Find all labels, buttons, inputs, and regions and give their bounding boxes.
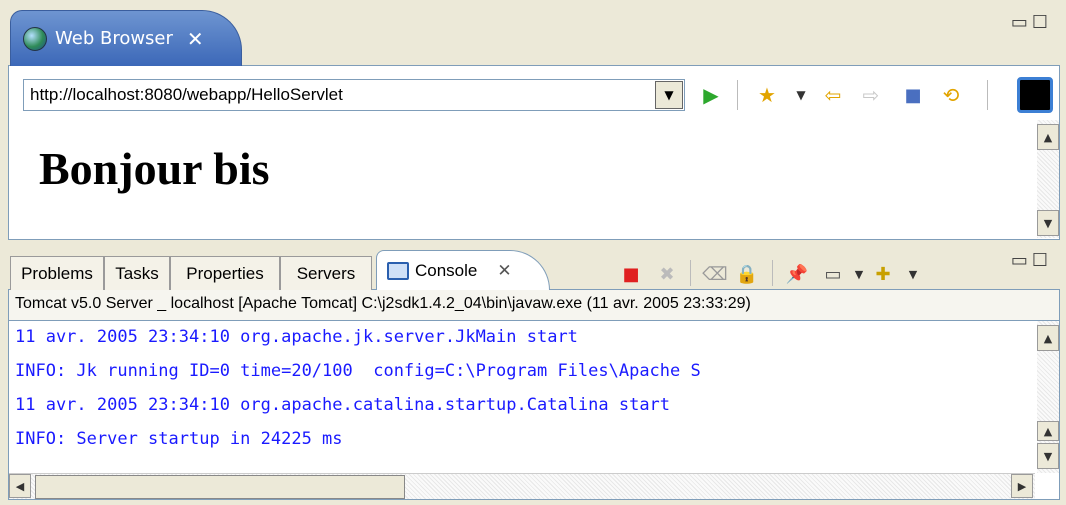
close-icon[interactable]: ✕: [187, 27, 204, 51]
tab-label: Console: [415, 260, 478, 280]
arrow-down-icon: ▼: [1043, 449, 1053, 463]
scroll-up-button[interactable]: ▲: [1037, 325, 1059, 351]
console-line: 11 avr. 2005 23:34:10 org.apache.jk.serv…: [15, 327, 578, 347]
back-icon[interactable]: ⇦: [819, 82, 847, 108]
browser-toolbar: ▼ ▶ ★ ▼ ⇦ ⇨ ■ ⟲: [8, 66, 1060, 120]
url-input[interactable]: [26, 81, 646, 109]
vertical-scrollbar[interactable]: ▲ ▲ ▼: [1037, 321, 1059, 473]
url-combo: ▼: [23, 79, 685, 111]
console-line: 11 avr. 2005 23:34:10 org.apache.catalin…: [15, 395, 671, 415]
tab-label: Tasks: [115, 263, 159, 283]
tab-servers[interactable]: Servers: [280, 256, 372, 290]
chevron-down-icon[interactable]: ▼: [846, 262, 872, 286]
display-console-icon[interactable]: ▭: [820, 262, 846, 286]
minimize-icon[interactable]: ▭: [1011, 12, 1032, 33]
toolbar-separator: [690, 260, 691, 286]
tab-problems[interactable]: Problems: [10, 256, 104, 290]
toolbar-separator: [987, 80, 988, 110]
tab-label: Properties: [186, 263, 264, 283]
url-dropdown-button[interactable]: ▼: [655, 81, 683, 109]
chevron-down-icon: ▼: [664, 88, 674, 102]
horizontal-scrollbar[interactable]: ◀ ▶: [9, 473, 1035, 499]
console-view-container: Problems Tasks Properties Servers Consol…: [8, 246, 1060, 500]
process-label: Tomcat v5.0 Server _ localhost [Apache T…: [8, 290, 1060, 320]
scroll-up-button[interactable]: ▲: [1037, 124, 1059, 150]
console-line: INFO: Server startup in 24225 ms: [15, 429, 343, 449]
terminate-icon[interactable]: ■: [618, 262, 644, 286]
scroll-down-button[interactable]: ▼: [1037, 443, 1059, 469]
favorites-icon[interactable]: ★: [753, 82, 781, 108]
tab-properties[interactable]: Properties: [170, 256, 280, 290]
open-console-icon[interactable]: ✚: [870, 262, 896, 286]
minimize-icon[interactable]: ▭: [1011, 250, 1032, 271]
tab-label: Servers: [296, 263, 356, 283]
refresh-icon[interactable]: ⟲: [937, 82, 965, 108]
throbber-icon: [1017, 77, 1053, 113]
toolbar-separator: [737, 80, 738, 110]
scroll-left-button[interactable]: ◀: [9, 474, 31, 498]
pin-console-icon[interactable]: 📌: [784, 262, 810, 286]
monitor-icon: [387, 261, 409, 280]
forward-icon[interactable]: ⇨: [857, 82, 885, 108]
chevron-down-icon[interactable]: ▼: [900, 262, 926, 286]
go-icon[interactable]: ▶: [697, 82, 725, 108]
arrow-up-icon: ▲: [1043, 331, 1053, 345]
maximize-icon[interactable]: ☐: [1032, 250, 1052, 271]
arrow-up-icon: ▲: [1043, 130, 1053, 144]
scroll-right-button[interactable]: ▶: [1011, 474, 1033, 498]
browser-tab-bar: Web Browser ✕ ▭☐: [8, 8, 1060, 66]
tab-console[interactable]: Console ✕: [376, 250, 550, 290]
close-icon[interactable]: ✕: [497, 261, 511, 281]
console-tab-bar: Problems Tasks Properties Servers Consol…: [8, 246, 1060, 290]
globe-icon: [23, 26, 47, 51]
arrow-right-icon: ▶: [1017, 479, 1027, 493]
console-line: INFO: Jk running ID=0 time=20/100 config…: [15, 361, 701, 381]
stop-icon[interactable]: ■: [899, 82, 927, 108]
maximize-icon[interactable]: ☐: [1032, 12, 1052, 33]
web-browser-view: Web Browser ✕ ▭☐ ▼ ▶ ★ ▼ ⇦ ⇨ ■ ⟲ Bonjour…: [8, 8, 1060, 240]
view-controls: ▭☐: [1011, 250, 1052, 271]
view-controls: ▭☐: [1011, 12, 1052, 33]
remove-launch-icon[interactable]: ✖: [654, 262, 680, 286]
tab-label: Problems: [21, 263, 93, 283]
favorites-dropdown-icon[interactable]: ▼: [787, 82, 815, 108]
page-heading: Bonjour bis: [39, 143, 270, 194]
toolbar-separator: [772, 260, 773, 286]
console-output[interactable]: 11 avr. 2005 23:34:10 org.apache.jk.serv…: [8, 320, 1060, 500]
arrow-down-icon: ▼: [1043, 216, 1053, 230]
tab-tasks[interactable]: Tasks: [104, 256, 170, 290]
scroll-down-button[interactable]: ▼: [1037, 210, 1059, 236]
browser-content: Bonjour bis ▲ ▼: [8, 120, 1060, 240]
vertical-scrollbar[interactable]: ▲ ▼: [1037, 120, 1059, 238]
clear-console-icon[interactable]: ⌫: [702, 262, 728, 286]
tab-web-browser[interactable]: Web Browser ✕: [10, 10, 242, 66]
arrow-left-icon: ◀: [15, 479, 25, 493]
scroll-thumb[interactable]: [35, 475, 405, 499]
tab-web-browser-label: Web Browser: [55, 28, 173, 49]
scroll-up-button-lower[interactable]: ▲: [1037, 421, 1059, 441]
arrow-up-icon: ▲: [1043, 424, 1053, 438]
scroll-lock-icon[interactable]: 🔒: [734, 262, 760, 286]
